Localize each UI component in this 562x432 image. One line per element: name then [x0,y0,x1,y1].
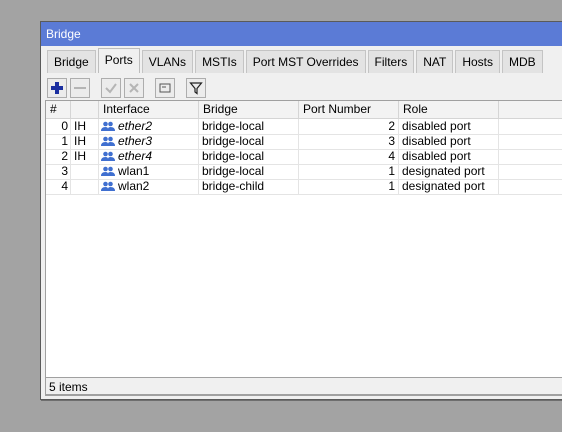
disable-icon [129,83,139,93]
window-title[interactable]: Bridge [41,22,562,46]
tab-vlans[interactable]: VLANs [141,50,194,73]
interface-name: wlan2 [118,179,150,193]
tab-bridge[interactable]: Bridge [47,50,96,73]
row-bridge: bridge-local [199,164,299,179]
row-interface: wlan1 [99,164,199,179]
row-port-number: 4 [299,149,399,164]
remove-button[interactable] [70,78,90,98]
row-interface: ether4 [99,149,199,164]
row-role: disabled port [399,149,499,164]
table-row[interactable]: 1 IH ether3 bridge-local 3 disabled port [46,134,562,150]
row-index: 3 [46,164,71,179]
status-bar: 5 items [45,377,562,395]
row-port-number: 3 [299,134,399,149]
row-index: 1 [46,134,71,149]
tab-mdb[interactable]: MDB [502,50,543,73]
add-button[interactable] [47,78,67,98]
row-role: disabled port [399,134,499,149]
tab-filters[interactable]: Filters [367,50,415,73]
column-header-role[interactable]: Role [399,101,499,118]
comment-icon [159,83,171,93]
column-header-port-number[interactable]: Port Number [299,101,399,118]
row-role: designated port [399,164,499,179]
row-interface: wlan2 [99,179,199,194]
interface-icon [101,136,115,146]
enable-button[interactable] [101,78,121,98]
row-index: 0 [46,119,71,134]
interface-icon [101,166,115,176]
tab-bar: Bridge Ports VLANs MSTIs Port MST Overri… [47,48,545,73]
row-port-number: 1 [299,179,399,194]
table-row[interactable]: 0 IH ether2 bridge-local 2 disabled port [46,119,562,135]
interface-name: ether2 [118,119,153,133]
column-header-bridge[interactable]: Bridge [199,101,299,118]
row-flags [71,179,99,194]
table-row[interactable]: 4 wlan2 bridge-child 1 designated port [46,179,562,195]
row-index: 2 [46,149,71,164]
row-flags: IH [71,134,99,149]
tab-ports[interactable]: Ports [97,48,140,73]
row-bridge: bridge-local [199,149,299,164]
tab-nat[interactable]: NAT [416,50,454,73]
toolbar [47,77,209,99]
comment-button[interactable] [155,78,175,98]
bridge-window: Bridge Bridge Ports VLANs MSTIs Port MST… [40,21,562,400]
row-flags [71,164,99,179]
column-header-interface[interactable]: Interface [99,101,199,118]
row-bridge: bridge-local [199,119,299,134]
interface-name: ether4 [118,149,153,163]
row-interface: ether2 [99,119,199,134]
row-flags: IH [71,119,99,134]
row-bridge: bridge-child [199,179,299,194]
remove-icon [74,87,86,89]
row-index: 4 [46,179,71,194]
tab-hosts[interactable]: Hosts [455,50,501,73]
row-bridge: bridge-local [199,134,299,149]
interface-icon [101,151,115,161]
ports-table: # Interface Bridge Port Number Role 0 IH… [45,100,562,396]
row-role: disabled port [399,119,499,134]
interface-name: wlan1 [118,164,150,178]
tab-port-mst-overrides[interactable]: Port MST Overrides [245,50,366,73]
row-port-number: 1 [299,164,399,179]
interface-icon [101,121,115,131]
column-header-index[interactable]: # [46,101,71,118]
add-icon [51,82,63,94]
disable-button[interactable] [124,78,144,98]
interface-name: ether3 [118,134,153,148]
row-flags: IH [71,149,99,164]
column-header-flags[interactable] [71,101,99,118]
row-role: designated port [399,179,499,194]
table-row[interactable]: 3 wlan1 bridge-local 1 designated port [46,164,562,180]
filter-button[interactable] [186,78,206,98]
enable-icon [105,83,117,94]
row-port-number: 2 [299,119,399,134]
tab-mstis[interactable]: MSTIs [195,50,244,73]
interface-icon [101,181,115,191]
row-interface: ether3 [99,134,199,149]
table-header: # Interface Bridge Port Number Role [46,101,562,119]
filter-icon [189,82,203,95]
table-row[interactable]: 2 IH ether4 bridge-local 4 disabled port [46,149,562,165]
